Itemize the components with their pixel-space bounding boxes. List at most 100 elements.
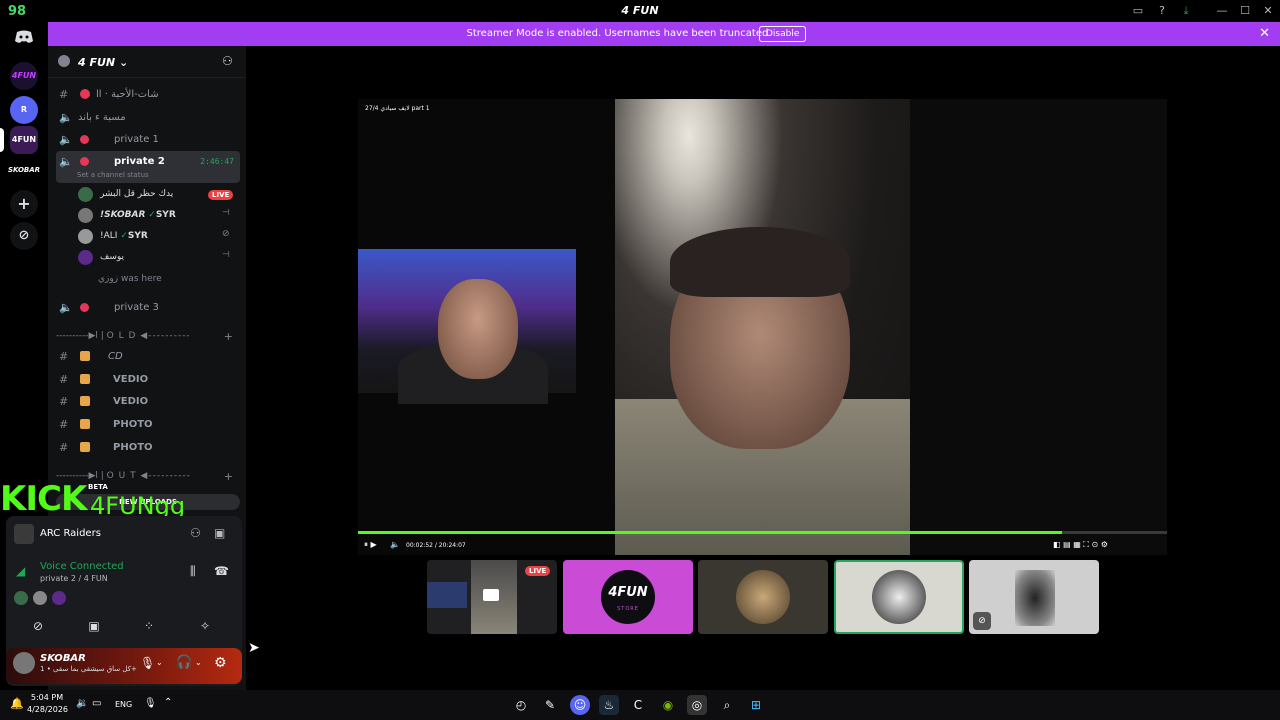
microphone-icon[interactable]: 🎙	[140, 656, 155, 670]
user-avatar[interactable]	[13, 652, 35, 674]
clock-time[interactable]: 5:04 PM	[29, 693, 65, 702]
hash-icon: #	[59, 88, 69, 101]
screen-share-button[interactable]: ▣	[76, 616, 112, 636]
activity-name: ARC Raiders	[40, 528, 101, 539]
close-window-button[interactable]: ✕	[1260, 3, 1276, 19]
disable-streamer-mode-button[interactable]: Disable	[759, 26, 807, 42]
member-name: !ALI ✓SYR	[100, 231, 148, 241]
soundboard-icon[interactable]: ✧	[187, 616, 223, 636]
voice-connected-status[interactable]: Voice Connected	[40, 561, 124, 572]
channel-text-1[interactable]: # شات-الأحبة · اا	[56, 84, 240, 105]
guild-icon-4fun-selected[interactable]: 4FUN	[10, 126, 38, 154]
notification-bell-icon[interactable]: 🔔	[10, 697, 24, 710]
channel-voice-1[interactable]: 🔈 مسبة ء باند	[56, 107, 240, 128]
windows-icon[interactable]: ⊞	[746, 695, 766, 715]
audio-options-icon[interactable]: ⌄	[195, 658, 202, 667]
channel-label: PHOTO	[113, 419, 153, 430]
signal-icon[interactable]: ◢	[16, 564, 25, 578]
guild-icon-r[interactable]: R	[10, 96, 38, 124]
channel-old-4[interactable]: # PHOTO	[56, 414, 240, 435]
avatar[interactable]	[33, 591, 47, 605]
avatar	[872, 570, 926, 624]
channel-private-3[interactable]: 🔈 private 3	[56, 297, 240, 318]
channel-label: VEDIO	[113, 396, 149, 407]
lock-icon	[80, 396, 90, 406]
channel-old-1[interactable]: # CD	[56, 346, 240, 367]
server-header[interactable]: 4 FUN ⌄ ⚇	[48, 46, 246, 78]
compass-icon[interactable]: ⊘	[10, 222, 38, 250]
network-tray-icon[interactable]: ▭	[92, 698, 101, 709]
voice-member[interactable]: يدك حظر قل البشر LIVE	[76, 185, 240, 205]
mic-tray-icon[interactable]: 🎙	[144, 698, 157, 709]
thumbnail-pip	[427, 582, 467, 608]
screen-share-icon[interactable]: ▭	[1130, 3, 1146, 19]
thumbnail-member-speaking[interactable]	[834, 560, 964, 634]
thumbnail-live-stream[interactable]: LIVE	[427, 560, 557, 634]
gear-icon[interactable]: ⚙	[214, 655, 227, 671]
voice-member[interactable]: يوسف ⊣	[76, 248, 240, 268]
picture-in-picture-feed	[358, 249, 576, 404]
language-indicator[interactable]: ENG	[115, 700, 132, 709]
activity-invite-icon[interactable]: ⚇	[190, 526, 201, 540]
discord-icon[interactable]	[14, 30, 34, 44]
app-icon-clock[interactable]: ◴	[511, 695, 531, 715]
volume-icon[interactable]: 🔈	[390, 540, 400, 549]
hash-icon: #	[59, 441, 69, 454]
add-channel-icon[interactable]: +	[224, 330, 234, 343]
video-settings-icons[interactable]: ◧ ▤ ▦ ⛶ ⊙ ⚙	[1053, 540, 1108, 550]
noise-suppression-icon[interactable]: ⫼	[190, 564, 196, 579]
guild-label-skobar[interactable]: SKOBAR	[6, 166, 42, 174]
thumbnail-member[interactable]	[698, 560, 828, 634]
avatar-subtitle: STORE	[617, 606, 639, 612]
user-name[interactable]: SKOBAR	[40, 653, 86, 664]
avatar[interactable]	[14, 591, 28, 605]
hash-icon: #	[59, 418, 69, 431]
nvidia-icon[interactable]: ◉	[658, 695, 678, 715]
disconnect-icon[interactable]: ☎	[214, 564, 229, 578]
activities-icon[interactable]: ⁘	[131, 616, 167, 636]
maximize-button[interactable]: ☐	[1237, 3, 1253, 19]
chrome-icon[interactable]: ◎	[687, 695, 707, 715]
headphones-icon[interactable]: 🎧	[176, 655, 192, 670]
avatar	[78, 208, 93, 223]
channel-private-2[interactable]: 🔈 private 2 2:46:47 Set a channel status	[56, 151, 240, 183]
close-banner-icon[interactable]: ✕	[1259, 26, 1270, 41]
video-caption: 27/4 لايف سيادي part 1	[365, 105, 430, 112]
channel-private-1[interactable]: 🔈 private 1	[56, 129, 240, 150]
channel-status-hint[interactable]: Set a channel status	[77, 171, 149, 179]
steam-icon[interactable]: ♨	[599, 695, 619, 715]
search-icon[interactable]: ⌕	[717, 695, 737, 715]
app-icon-c[interactable]: C	[628, 695, 648, 715]
channel-old-5[interactable]: # PHOTO	[56, 437, 240, 458]
invite-people-icon[interactable]: ⚇	[222, 54, 233, 68]
thumbnail-member-muted[interactable]: ⊘	[969, 560, 1099, 634]
thumbnail-4fun[interactable]: 4FUN STORE	[563, 560, 693, 634]
volume-tray-icon[interactable]: 🔉	[76, 698, 88, 709]
channel-label: مسبة ء باند	[78, 112, 126, 123]
voice-member[interactable]: !SKOBAR ✓SYR ⊣	[76, 206, 240, 226]
add-channel-icon[interactable]: +	[224, 470, 234, 483]
channel-dot-icon	[80, 157, 89, 166]
mic-options-icon[interactable]: ⌄	[156, 658, 163, 667]
guild-icon-4fun[interactable]: 4FUN	[10, 62, 38, 90]
avatar	[78, 250, 93, 265]
activity-screen-icon[interactable]: ▣	[214, 526, 225, 540]
category-label: ----------▶ا | O L D ◀----------	[56, 331, 191, 341]
minimize-button[interactable]: —	[1214, 3, 1230, 19]
add-server-icon[interactable]: +	[10, 190, 38, 218]
discord-taskbar-icon[interactable]: ☺	[570, 695, 590, 715]
voice-member[interactable]: !ALI ✓SYR ⊘	[76, 227, 240, 247]
voice-channel-path[interactable]: private 2 / 4 FUN	[40, 574, 108, 583]
channel-old-2[interactable]: # VEDIO	[56, 369, 240, 390]
avatar[interactable]	[52, 591, 66, 605]
help-icon[interactable]: ?	[1154, 3, 1170, 19]
category-old[interactable]: ----------▶ا | O L D ◀---------- +	[56, 330, 240, 347]
camera-off-icon[interactable]: ⊘	[20, 616, 56, 636]
play-icon[interactable]: ⏸ ▶	[364, 540, 377, 550]
channel-old-3[interactable]: # VEDIO	[56, 391, 240, 412]
clock-date[interactable]: 4/28/2026	[27, 705, 68, 714]
download-icon[interactable]: ⤓	[1178, 3, 1194, 19]
app-icon-pen[interactable]: ✎	[540, 695, 560, 715]
show-hidden-icons[interactable]: ⌃	[164, 697, 172, 708]
stream-video[interactable]: 27/4 لايف سيادي part 1 ⏸ ▶ 🔈 00:02:52 / …	[358, 99, 1167, 555]
